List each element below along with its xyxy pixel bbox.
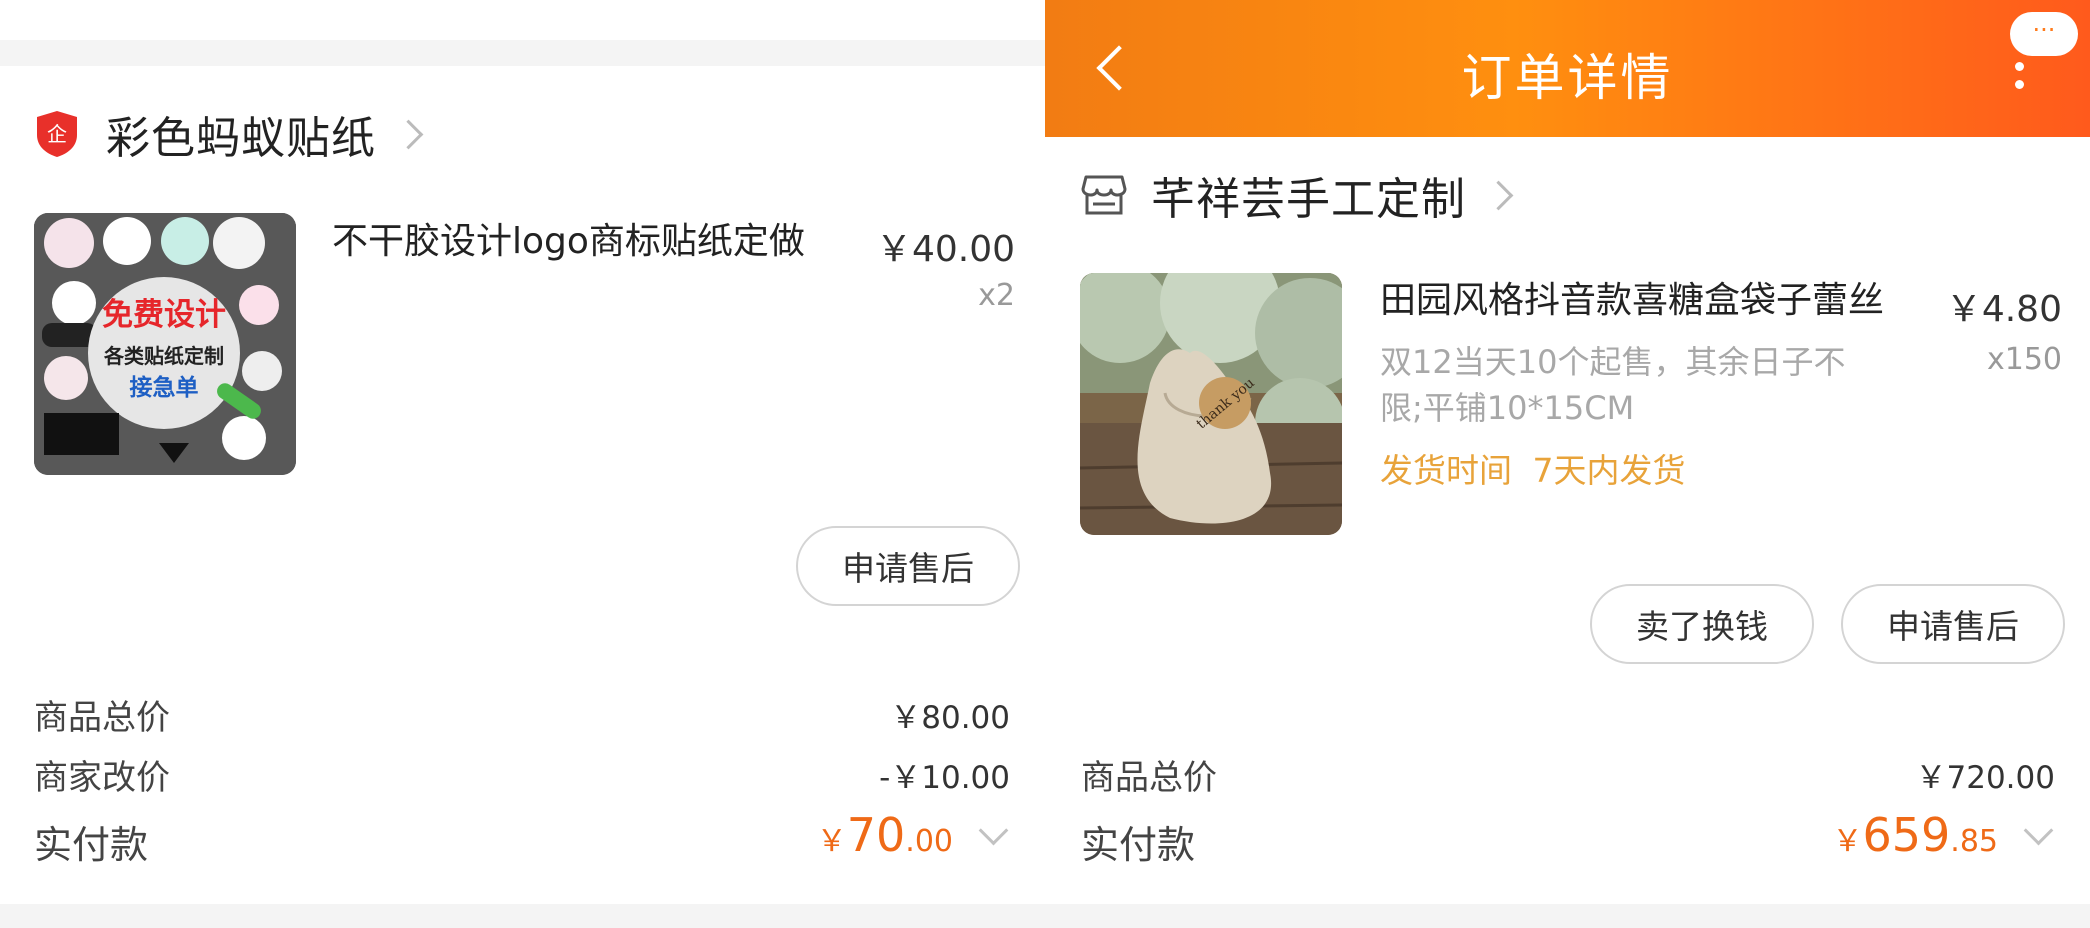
- top-app-bar: 订单详情 ···: [1045, 0, 2090, 137]
- enterprise-shield-icon: 企: [37, 111, 77, 157]
- product-title[interactable]: 田园风格抖音款喜糖盒袋子蕾丝: [1380, 277, 1960, 325]
- paid-integer: 659: [1862, 808, 1951, 862]
- paid-decimal: .00: [905, 824, 953, 859]
- more-bubble-badge[interactable]: ···: [2010, 12, 2078, 56]
- shop-row[interactable]: 企 彩色蚂蚁贴纸: [34, 102, 424, 166]
- expand-chevron-icon[interactable]: [978, 815, 1009, 846]
- sell-button[interactable]: 卖了换钱: [1590, 584, 1814, 664]
- paid-amount[interactable]: ￥70.00: [633, 808, 953, 862]
- product-spec-line2: 限;平铺10*15CM: [1380, 389, 1635, 427]
- after-sale-button[interactable]: 申请售后: [796, 526, 1020, 606]
- product-quantity: x2: [978, 278, 1015, 313]
- thumb-free-design-text: 免费设计: [102, 297, 226, 333]
- product-spec-line1: 双12当天10个起售，其余日子不: [1380, 343, 1846, 381]
- chevron-right-icon: [1483, 180, 1514, 210]
- product-price: ￥4.80: [1945, 289, 2062, 330]
- price-adjust-label: 商家改价: [34, 758, 170, 798]
- ship-time-label: 发货时间: [1380, 451, 1512, 490]
- paid-currency: ￥: [1832, 824, 1863, 859]
- page-title: 订单详情: [1461, 49, 1674, 107]
- paid-amount[interactable]: ￥659.85: [1678, 808, 1998, 862]
- store-icon: [1081, 175, 1127, 215]
- thumb-rush-text: 接急单: [130, 374, 199, 401]
- left-order-panel: 企 彩色蚂蚁贴纸 免费设计 各类贴纸定制 接急单 不干胶设计logo商标贴纸定做: [0, 0, 1045, 928]
- shop-name[interactable]: 彩色蚂蚁贴纸: [106, 102, 376, 166]
- paid-label: 实付款: [34, 823, 149, 867]
- paid-integer: 70: [846, 808, 906, 862]
- shop-row[interactable]: 芊祥芸手工定制: [1081, 163, 1514, 227]
- expand-chevron-icon[interactable]: [2023, 815, 2054, 846]
- section-divider-bottom: [0, 904, 1045, 928]
- thumb-custom-text: 各类贴纸定制: [103, 344, 224, 368]
- after-sale-button[interactable]: 申请售后: [1841, 584, 2065, 664]
- product-title[interactable]: 不干胶设计logo商标贴纸定做: [332, 218, 832, 266]
- right-order-panel: 订单详情 ··· 芊祥芸手工定制 thank you 田园风格抖音款喜糖盒袋子蕾…: [1045, 0, 2090, 928]
- goods-total-label: 商品总价: [1081, 758, 1217, 798]
- chevron-right-icon: [393, 119, 424, 149]
- section-divider-bottom: [1045, 904, 2090, 928]
- ship-time-value: 7天内发货: [1532, 451, 1686, 490]
- goods-total-label: 商品总价: [34, 698, 170, 738]
- paid-currency: ￥: [816, 824, 847, 859]
- product-thumbnail[interactable]: 免费设计 各类贴纸定制 接急单: [34, 213, 296, 475]
- product-quantity: x150: [1986, 342, 2062, 377]
- ship-time: 发货时间 7天内发货: [1380, 444, 1686, 492]
- price-adjust-value: -￥10.00: [879, 760, 1010, 796]
- paid-decimal: .85: [1950, 824, 1998, 859]
- goods-total-value: ￥80.00: [890, 700, 1010, 736]
- svg-text:企: 企: [47, 122, 67, 146]
- shop-name[interactable]: 芊祥芸手工定制: [1151, 163, 1466, 227]
- section-divider: [0, 40, 1045, 66]
- product-thumbnail[interactable]: thank you: [1080, 273, 1342, 535]
- product-image: 免费设计 各类贴纸定制 接急单: [34, 213, 296, 475]
- product-spec: 双12当天10个起售，其余日子不 限;平铺10*15CM: [1380, 339, 1900, 431]
- product-price: ￥40.00: [875, 229, 1015, 270]
- more-menu-icon[interactable]: [2015, 62, 2025, 98]
- product-image: thank you: [1080, 273, 1342, 535]
- paid-label: 实付款: [1081, 823, 1196, 867]
- goods-total-value: ￥720.00: [1915, 760, 2055, 796]
